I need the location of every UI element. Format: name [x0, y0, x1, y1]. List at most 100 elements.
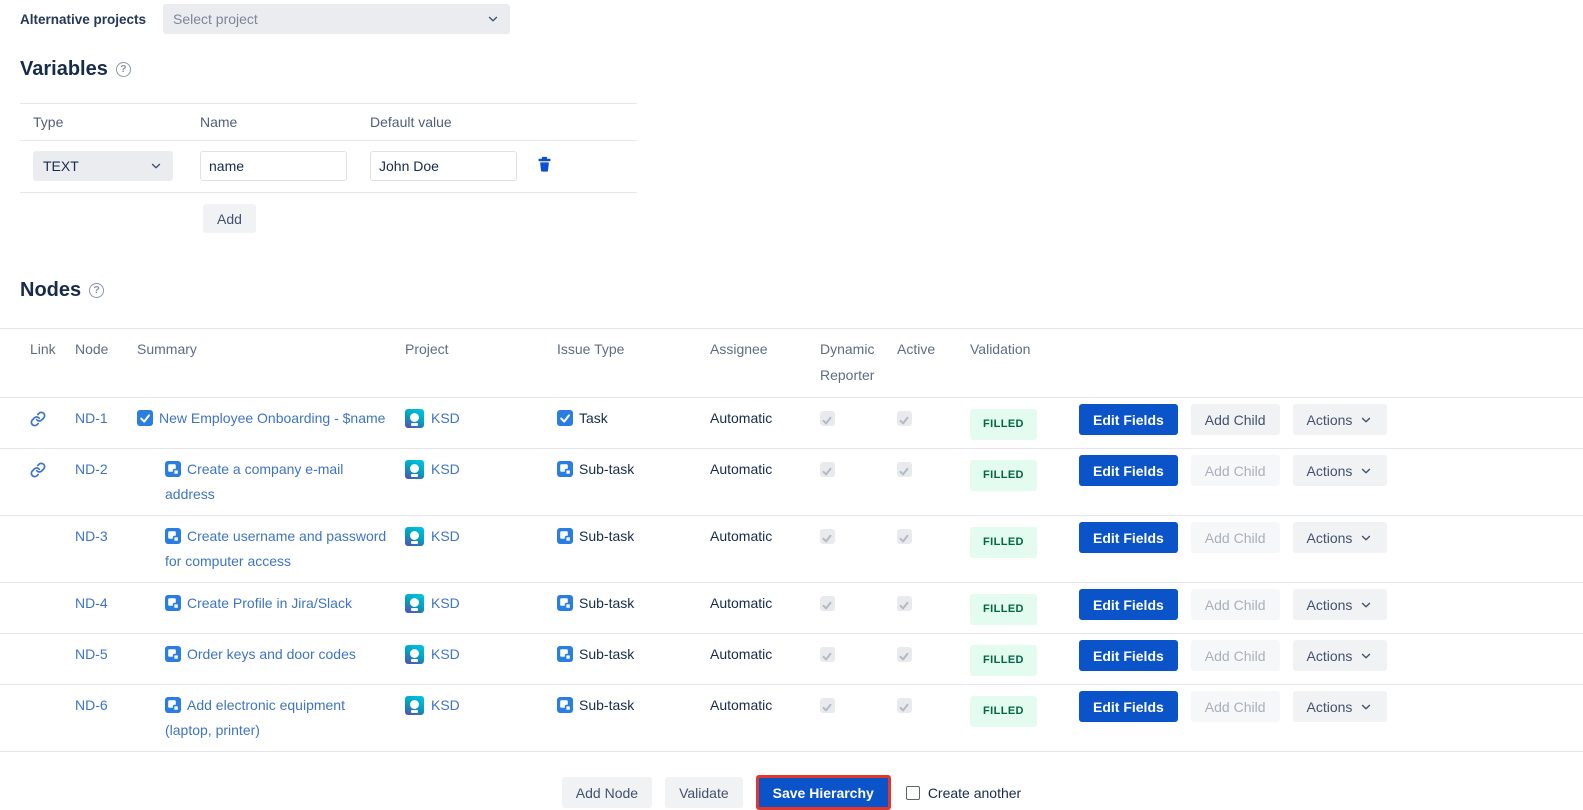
project-avatar-icon [405, 460, 424, 479]
edit-fields-button[interactable]: Edit Fields [1079, 691, 1178, 722]
summary-link[interactable]: Order keys and door codes [187, 646, 356, 662]
summary-link[interactable]: New Employee Onboarding - $name [159, 410, 385, 426]
assignee-value: Automatic [710, 591, 820, 616]
column-name: Name [200, 114, 370, 130]
nodes-table: Link Node Summary Project Issue Type Ass… [0, 328, 1583, 752]
issue-type-label: Sub-task [579, 528, 634, 544]
active-checkbox [897, 529, 912, 544]
delete-variable-button[interactable] [534, 154, 555, 178]
subtask-type-icon [165, 646, 181, 662]
project-avatar-icon [405, 527, 424, 546]
help-icon[interactable]: ? [116, 62, 131, 77]
project-avatar-icon [405, 409, 424, 428]
actions-dropdown-button[interactable]: Actions [1293, 522, 1388, 553]
subtask-type-icon [165, 528, 181, 544]
column-issue-type: Issue Type [557, 336, 710, 362]
subtask-type-icon [557, 646, 573, 662]
project-link[interactable]: KSD [431, 528, 460, 544]
validation-status-badge: FILLED [970, 527, 1037, 558]
chevron-down-icon [486, 12, 500, 26]
edit-fields-button[interactable]: Edit Fields [1079, 522, 1178, 553]
column-active: Active [897, 336, 970, 362]
node-id-link[interactable]: ND-4 [75, 595, 108, 611]
actions-dropdown-button[interactable]: Actions [1293, 640, 1388, 671]
chevron-down-icon [1359, 464, 1373, 478]
variable-default-input[interactable] [370, 151, 517, 181]
hierarchy-config-page: Alternative projects Select project Vari… [0, 0, 1583, 810]
edit-fields-button[interactable]: Edit Fields [1079, 589, 1178, 620]
variables-table: Type Name Default value TEXT Add [20, 103, 637, 233]
actions-dropdown-button[interactable]: Actions [1293, 691, 1388, 722]
assignee-value: Automatic [710, 406, 820, 431]
column-summary: Summary [137, 336, 405, 362]
subtask-type-icon [557, 697, 573, 713]
subtask-type-icon [165, 461, 181, 477]
add-node-button[interactable]: Add Node [562, 777, 652, 808]
variable-row: TEXT [20, 141, 637, 193]
validate-button[interactable]: Validate [665, 777, 743, 808]
dynamic-reporter-checkbox [820, 529, 835, 544]
variables-table-header: Type Name Default value [20, 104, 637, 141]
subtask-type-icon [557, 461, 573, 477]
save-hierarchy-button[interactable]: Save Hierarchy [756, 775, 891, 810]
help-icon[interactable]: ? [89, 283, 104, 298]
column-validation: Validation [970, 336, 1079, 362]
issue-type-label: Sub-task [579, 697, 634, 713]
create-another-checkbox[interactable] [906, 786, 920, 800]
dynamic-reporter-checkbox [820, 647, 835, 662]
validation-status-badge: FILLED [970, 460, 1037, 491]
link-chain-icon[interactable] [30, 462, 46, 478]
node-id-link[interactable]: ND-6 [75, 697, 108, 713]
select-placeholder: Select project [173, 11, 486, 27]
summary-link[interactable]: Create username and password for compute… [165, 528, 386, 569]
task-type-icon [137, 410, 153, 426]
summary-link[interactable]: Create Profile in Jira/Slack [187, 595, 352, 611]
edit-fields-button[interactable]: Edit Fields [1079, 455, 1178, 486]
chevron-down-icon [1359, 598, 1373, 612]
add-child-button: Add Child [1191, 522, 1280, 553]
table-row: ND-4 Create Profile in Jira/Slack KSD Su… [0, 583, 1583, 634]
issue-type-label: Task [579, 410, 608, 426]
actions-dropdown-button[interactable]: Actions [1293, 404, 1388, 435]
variable-name-input[interactable] [200, 151, 347, 181]
validation-status-badge: FILLED [970, 645, 1037, 676]
alternative-projects-select[interactable]: Select project [163, 4, 510, 34]
chevron-down-icon [149, 159, 163, 173]
project-link[interactable]: KSD [431, 595, 460, 611]
trash-icon [536, 156, 553, 173]
summary-link[interactable]: Add electronic equipment (laptop, printe… [165, 697, 345, 738]
chevron-down-icon [1359, 649, 1373, 663]
actions-dropdown-button[interactable]: Actions [1293, 589, 1388, 620]
node-id-link[interactable]: ND-1 [75, 410, 108, 426]
active-checkbox [897, 411, 912, 426]
table-row: ND-5 Order keys and door codes KSD Sub-t… [0, 634, 1583, 685]
actions-dropdown-button[interactable]: Actions [1293, 455, 1388, 486]
project-link[interactable]: KSD [431, 410, 460, 426]
create-another-control[interactable]: Create another [906, 785, 1021, 801]
edit-fields-button[interactable]: Edit Fields [1079, 404, 1178, 435]
task-type-icon [557, 410, 573, 426]
add-child-button[interactable]: Add Child [1191, 404, 1280, 435]
add-child-button: Add Child [1191, 455, 1280, 486]
summary-link[interactable]: Create a company e-mail address [165, 461, 343, 502]
edit-fields-button[interactable]: Edit Fields [1079, 640, 1178, 671]
active-checkbox [897, 647, 912, 662]
node-id-link[interactable]: ND-2 [75, 461, 108, 477]
project-link[interactable]: KSD [431, 461, 460, 477]
add-child-button: Add Child [1191, 640, 1280, 671]
link-chain-icon[interactable] [30, 411, 46, 427]
project-avatar-icon [405, 696, 424, 715]
add-child-button: Add Child [1191, 691, 1280, 722]
node-id-link[interactable]: ND-5 [75, 646, 108, 662]
alternative-projects-label: Alternative projects [20, 12, 163, 27]
variable-type-select[interactable]: TEXT [33, 151, 173, 181]
node-id-link[interactable]: ND-3 [75, 528, 108, 544]
add-variable-button[interactable]: Add [203, 204, 256, 233]
chevron-down-icon [1359, 413, 1373, 427]
project-link[interactable]: KSD [431, 697, 460, 713]
column-assignee: Assignee [710, 336, 820, 362]
project-link[interactable]: KSD [431, 646, 460, 662]
column-type: Type [33, 114, 200, 130]
assignee-value: Automatic [710, 457, 820, 482]
add-child-button: Add Child [1191, 589, 1280, 620]
